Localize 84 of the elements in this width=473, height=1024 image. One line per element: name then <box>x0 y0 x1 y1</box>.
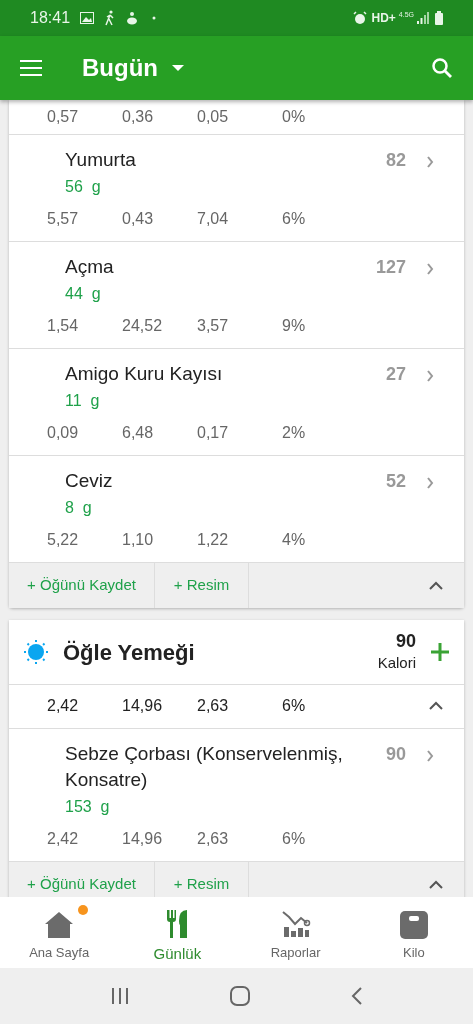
food-amount: 56 g <box>65 177 102 197</box>
network-label: HD+ <box>371 10 396 27</box>
nutrient-value: 0,17 <box>197 423 230 443</box>
food-calories: 82 <box>385 149 406 172</box>
food-calories: 90 <box>385 743 406 766</box>
search-icon[interactable] <box>431 57 453 79</box>
meal-calories: 90 <box>395 629 416 652</box>
nutrient-value: 1,54 <box>47 316 80 336</box>
food-row[interactable]: Açma 44 g 127 1,54 24,52 3,57 9% <box>9 242 464 349</box>
date-dropdown[interactable]: Bugün <box>82 50 184 86</box>
nutrient-value: 0,09 <box>47 423 80 443</box>
nav-tab[interactable]: Raporlar <box>236 897 355 968</box>
nutrient-value: 7,04 <box>197 209 230 229</box>
nav-tab[interactable]: Kilo <box>354 897 473 968</box>
food-name: Amigo Kuru Kayısı <box>65 362 224 386</box>
chevron-up-icon[interactable] <box>428 701 444 711</box>
nutrient-value: 14,96 <box>122 696 164 716</box>
food-row[interactable]: Yumurta 56 g 82 5,57 0,43 7,04 6% <box>9 135 464 242</box>
chevron-right-icon <box>426 477 434 489</box>
nav-tab[interactable]: Ana Sayfa <box>0 897 119 968</box>
food-name: Sebze Çorbası (Konservelenmiş, Konsatre) <box>65 742 344 792</box>
chevron-up-icon[interactable] <box>428 879 444 890</box>
nutrient-value: 0,05 <box>197 107 230 127</box>
signal-icon <box>417 12 429 24</box>
alarm-icon <box>353 11 368 25</box>
nutrient-value: 2,42 <box>47 829 80 849</box>
fork-knife-icon <box>166 909 189 939</box>
food-name: Ceviz <box>65 469 114 493</box>
food-row[interactable]: Amigo Kuru Kayısı 11 g 27 0,09 6,48 0,17 2% <box>9 349 464 456</box>
recent-apps-icon[interactable] <box>110 988 129 1004</box>
food-amount: 153 g <box>65 797 111 817</box>
chart-icon <box>280 909 311 939</box>
meal-title: Öğle Yemeği <box>63 638 196 667</box>
menu-icon[interactable] <box>20 60 42 76</box>
food-amount: 11 g <box>65 391 101 411</box>
nutrient-value: 5,22 <box>47 530 80 550</box>
food-row[interactable]: Sebze Çorbası (Konservelenmiş, Konsatre) 153 g 90 2,42 14,96 2,63 6% <box>9 729 464 862</box>
calories-unit: Kalori <box>377 652 416 673</box>
nutrient-value: 2,42 <box>47 696 80 716</box>
food-calories: 127 <box>375 256 406 279</box>
caret-icon <box>172 64 184 72</box>
add-icon[interactable] <box>430 642 450 662</box>
nutrient-value: 0,43 <box>122 209 155 229</box>
nutrient-value: 4% <box>282 530 307 550</box>
nutrient-value: 3,57 <box>197 316 230 336</box>
nutrient-value: 2,63 <box>197 696 230 716</box>
food-amount: 8 g <box>65 498 93 518</box>
chevron-right-icon <box>426 156 434 168</box>
nutrient-value: 2,63 <box>197 829 230 849</box>
sun-icon <box>23 639 49 665</box>
nutrient-value: 6% <box>282 696 307 716</box>
home-icon <box>44 911 75 939</box>
scale-icon <box>399 911 428 939</box>
image-icon <box>80 12 95 24</box>
nutrient-value: 14,96 <box>122 829 164 849</box>
home-button-icon[interactable] <box>229 986 250 1006</box>
nutrient-value: 0% <box>282 107 307 127</box>
chevron-right-icon <box>426 263 434 275</box>
battery-icon <box>435 11 443 25</box>
nutrient-value: 1,10 <box>122 530 155 550</box>
status-time: 18:41 <box>30 8 71 28</box>
food-amount: 44 g <box>65 284 102 304</box>
back-icon[interactable] <box>350 987 363 1005</box>
nutrient-value: 1,22 <box>197 530 230 550</box>
nutrient-value: 5,57 <box>47 209 80 229</box>
food-name: Açma <box>65 255 115 279</box>
nutrient-value: 6% <box>282 209 307 229</box>
figure-icon <box>126 11 139 25</box>
nutrient-value: 0,36 <box>122 107 155 127</box>
dot-icon <box>152 16 157 20</box>
nutrient-value: 24,52 <box>122 316 164 336</box>
nutrient-value: 9% <box>282 316 307 336</box>
nutrient-value: 0,57 <box>47 107 80 127</box>
nutrient-value: 6% <box>282 829 307 849</box>
nutrient-value: 2% <box>282 423 307 443</box>
nav-tab[interactable]: Günlük <box>118 897 237 968</box>
chevron-right-icon <box>426 370 434 382</box>
chevron-right-icon <box>426 750 434 762</box>
chevron-up-icon[interactable] <box>428 580 444 591</box>
food-name: Yumurta <box>65 148 137 172</box>
food-calories: 27 <box>385 363 406 386</box>
food-row[interactable]: Ceviz 8 g 52 5,22 1,10 1,22 4% <box>9 456 464 563</box>
food-calories: 52 <box>385 470 406 493</box>
nutrient-value: 6,48 <box>122 423 155 443</box>
